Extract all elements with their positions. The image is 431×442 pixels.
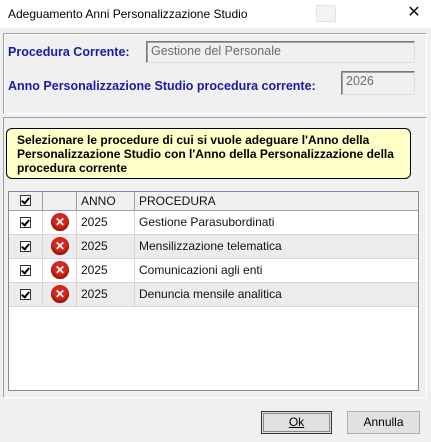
row-procedura: Gestione Parasubordinati — [139, 215, 275, 229]
row-procedura: Comunicazioni agli enti — [139, 263, 263, 277]
ok-button-label: Ok — [288, 415, 305, 429]
instruction-notice: Selezionare le procedure di cui si vuole… — [6, 128, 411, 179]
procedura-corrente-field[interactable]: Gestione del Personale — [146, 41, 415, 63]
row-checkbox-cell — [9, 259, 43, 282]
header-select-all-cell — [9, 192, 43, 210]
procedures-grid: ANNO PROCEDURA ✕ 2025 Gestione Parasubor… — [8, 191, 419, 391]
row-checkbox-cell — [9, 283, 43, 306]
row-procedura: Mensilizzazione telematica — [139, 239, 282, 253]
header-status-cell — [43, 192, 77, 210]
row-status-cell: ✕ — [43, 259, 77, 282]
error-x-icon: ✕ — [51, 237, 69, 255]
annulla-button[interactable]: Annulla — [347, 411, 420, 434]
procedura-corrente-label: Procedura Corrente: — [8, 45, 130, 59]
error-x-icon: ✕ — [51, 261, 69, 279]
row-checkbox[interactable] — [20, 265, 31, 276]
title-bar: Adeguamento Anni Personalizzazione Studi… — [0, 0, 431, 28]
table-row[interactable]: ✕ 2025 Mensilizzazione telematica — [9, 235, 418, 259]
row-checkbox[interactable] — [20, 217, 31, 228]
table-row[interactable]: ✕ 2025 Comunicazioni agli enti — [9, 259, 418, 283]
row-procedura: Denuncia mensile analitica — [139, 287, 282, 301]
row-anno: 2025 — [77, 259, 135, 282]
anno-personalizzazione-field[interactable]: 2026 — [341, 71, 415, 95]
error-x-icon: ✕ — [51, 285, 69, 303]
row-status-cell: ✕ — [43, 283, 77, 306]
row-checkbox-cell — [9, 211, 43, 234]
row-anno: 2025 — [77, 211, 135, 234]
header-procedura[interactable]: PROCEDURA — [135, 192, 418, 210]
grid-header: ANNO PROCEDURA — [9, 192, 418, 211]
row-anno: 2025 — [77, 235, 135, 258]
title-bar-placeholder — [316, 5, 336, 22]
close-icon[interactable]: ✕ — [399, 2, 429, 24]
row-status-cell: ✕ — [43, 235, 77, 258]
row-checkbox-cell — [9, 235, 43, 258]
table-row[interactable]: ✕ 2025 Denuncia mensile analitica — [9, 283, 418, 307]
header-anno[interactable]: ANNO — [77, 192, 135, 210]
anno-personalizzazione-label: Anno Personalizzazione Studio procedura … — [8, 79, 316, 93]
ok-button[interactable]: Ok — [261, 411, 332, 434]
row-anno: 2025 — [77, 283, 135, 306]
row-checkbox[interactable] — [20, 241, 31, 252]
table-row[interactable]: ✕ 2025 Gestione Parasubordinati — [9, 211, 418, 235]
row-status-cell: ✕ — [43, 211, 77, 234]
window-title: Adeguamento Anni Personalizzazione Studi… — [8, 7, 248, 21]
error-x-icon: ✕ — [51, 213, 69, 231]
select-all-checkbox[interactable] — [20, 195, 31, 206]
row-checkbox[interactable] — [20, 289, 31, 300]
